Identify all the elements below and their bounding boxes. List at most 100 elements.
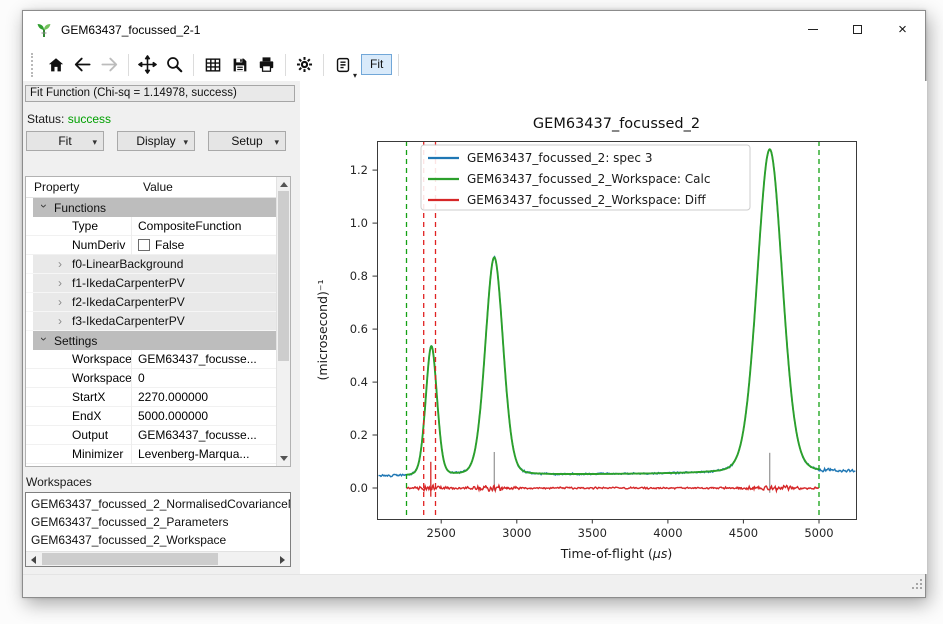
scrollbar-thumb[interactable] <box>42 553 218 565</box>
forward-button <box>96 51 123 78</box>
function-row[interactable]: › f0-LinearBackground <box>26 255 276 274</box>
save-button[interactable] <box>226 51 253 78</box>
resize-grip[interactable] <box>912 576 922 594</box>
generate-script-button[interactable]: ▾ <box>329 51 356 78</box>
checkbox[interactable] <box>138 239 150 251</box>
fit-dropdown-button[interactable]: Fit ▾ <box>26 131 104 151</box>
group-row-functions[interactable]: › Functions <box>26 198 276 217</box>
fit-toolbar-button[interactable]: Fit <box>361 54 392 75</box>
property-value[interactable]: 0 <box>131 369 276 388</box>
collapse-icon[interactable]: › <box>58 314 66 328</box>
home-button[interactable] <box>42 51 69 78</box>
scroll-up-icon[interactable] <box>280 182 288 187</box>
app-window: GEM63437_focussed_2-1 × ▾ Fit Fit Functi… <box>22 10 926 598</box>
y-tick-label: 0.4 <box>350 375 368 389</box>
maximize-icon <box>853 25 862 34</box>
status-label: Status: <box>27 112 64 126</box>
workspaces-list: GEM63437_focussed_2_NormalisedCovariance… <box>25 492 291 567</box>
collapse-icon[interactable]: › <box>58 276 66 290</box>
property-row[interactable]: EndX 5000.000000 <box>26 407 276 426</box>
table-vertical-scrollbar[interactable] <box>276 177 290 466</box>
customize-button[interactable] <box>291 51 318 78</box>
property-value[interactable]: 2270.000000 <box>131 388 276 407</box>
property-value[interactable]: 5000.000000 <box>131 407 276 426</box>
chevron-down-icon: ▾ <box>92 137 97 148</box>
toolbar-separator <box>285 54 286 76</box>
magnifier-icon <box>165 55 184 74</box>
setup-dropdown-button[interactable]: Setup ▾ <box>208 131 286 151</box>
grid-icon <box>204 56 222 74</box>
property-row[interactable]: Output GEM63437_focusse... <box>26 426 276 445</box>
fit-panel-header[interactable]: Fit Function (Chi-sq = 1.14978, success) <box>25 85 295 102</box>
property-value[interactable]: Levenberg-Marqua... <box>131 445 276 464</box>
expand-icon[interactable]: › <box>37 337 51 345</box>
workspace-list-item[interactable]: GEM63437_focussed_2_Parameters <box>26 513 290 531</box>
toolbar-separator <box>398 54 399 76</box>
back-button[interactable] <box>69 51 96 78</box>
legend-entry: GEM63437_focussed_2_Workspace: Calc <box>467 172 710 186</box>
fit-function-panel: Fit Function (Chi-sq = 1.14978, success)… <box>23 81 300 574</box>
collapse-icon[interactable]: › <box>58 257 66 271</box>
grid-button[interactable] <box>199 51 226 78</box>
y-tick-label: 0.8 <box>350 269 368 283</box>
property-row[interactable]: Workspace GEM63437_focusse... <box>26 350 276 369</box>
property-name: Type <box>26 219 131 233</box>
property-name: EndX <box>26 409 131 423</box>
pan-icon <box>138 55 157 74</box>
fit-status: Status: success <box>27 112 111 126</box>
x-tick-label: 3500 <box>578 526 607 540</box>
y-tick-label: 1.0 <box>350 216 368 230</box>
fit-plot-canvas[interactable]: GEM63437_focussed_2250030003500400045005… <box>300 81 927 574</box>
close-icon: × <box>898 22 907 37</box>
zoom-button[interactable] <box>161 51 188 78</box>
title-bar[interactable]: GEM63437_focussed_2-1 × <box>23 11 925 48</box>
expand-icon[interactable]: › <box>37 204 51 212</box>
scroll-left-icon[interactable] <box>31 556 36 564</box>
scroll-down-icon[interactable] <box>280 456 288 461</box>
x-tick-label: 5000 <box>804 526 833 540</box>
collapse-icon[interactable]: › <box>58 295 66 309</box>
property-value[interactable]: GEM63437_focusse... <box>131 426 276 445</box>
legend-entry: GEM63437_focussed_2: spec 3 <box>467 151 652 165</box>
property-name: NumDeriv <box>26 238 131 252</box>
property-row[interactable]: Type CompositeFunction <box>26 217 276 236</box>
property-row[interactable]: Minimizer Levenberg-Marqua... <box>26 445 276 464</box>
scrollbar-thumb[interactable] <box>278 191 289 361</box>
property-row[interactable]: NumDeriv False <box>26 236 276 255</box>
y-tick-label: 0.0 <box>350 481 368 495</box>
back-icon <box>73 55 92 74</box>
y-tick-label: 0.6 <box>350 322 368 336</box>
home-icon <box>47 56 65 74</box>
property-row[interactable]: Workspace ... 0 <box>26 369 276 388</box>
property-table: Property Value › FunctionsType Composite… <box>25 176 291 467</box>
x-tick-label: 2500 <box>427 526 456 540</box>
y-tick-label: 1.2 <box>350 163 368 177</box>
property-value[interactable]: CompositeFunction <box>131 217 276 236</box>
plot-legend[interactable]: GEM63437_focussed_2: spec 3 GEM63437_focu… <box>421 145 750 210</box>
function-row[interactable]: › f1-IkedaCarpenterPV <box>26 274 276 293</box>
property-value[interactable]: GEM63437_focusse... <box>131 350 276 369</box>
function-row[interactable]: › f2-IkedaCarpenterPV <box>26 293 276 312</box>
workspace-list-item[interactable]: GEM63437_focussed_2_Workspace <box>26 531 290 549</box>
function-row[interactable]: › f3-IkedaCarpenterPV <box>26 312 276 331</box>
property-row[interactable]: StartX 2270.000000 <box>26 388 276 407</box>
group-row-settings[interactable]: › Settings <box>26 331 276 350</box>
mantid-logo-icon <box>36 22 52 38</box>
property-name: Minimizer <box>26 447 131 461</box>
fit-panel-buttons: Fit ▾ Display ▾ Setup ▾ <box>26 131 286 151</box>
printer-icon <box>257 55 276 74</box>
pan-button[interactable] <box>134 51 161 78</box>
scroll-right-icon[interactable] <box>280 556 285 564</box>
legend-entry: GEM63437_focussed_2_Workspace: Diff <box>467 193 706 207</box>
display-dropdown-button[interactable]: Display ▾ <box>117 131 195 151</box>
minimize-button[interactable] <box>790 11 835 48</box>
chevron-down-icon: ▾ <box>353 71 357 80</box>
close-button[interactable]: × <box>880 11 925 48</box>
diff-curve <box>407 485 819 491</box>
maximize-button[interactable] <box>835 11 880 48</box>
property-value[interactable]: False <box>131 236 276 255</box>
list-horizontal-scrollbar[interactable] <box>26 551 290 566</box>
toolbar-drag-handle[interactable] <box>31 53 34 77</box>
workspace-list-item[interactable]: GEM63437_focussed_2_NormalisedCovariance… <box>26 495 290 513</box>
print-button[interactable] <box>253 51 280 78</box>
